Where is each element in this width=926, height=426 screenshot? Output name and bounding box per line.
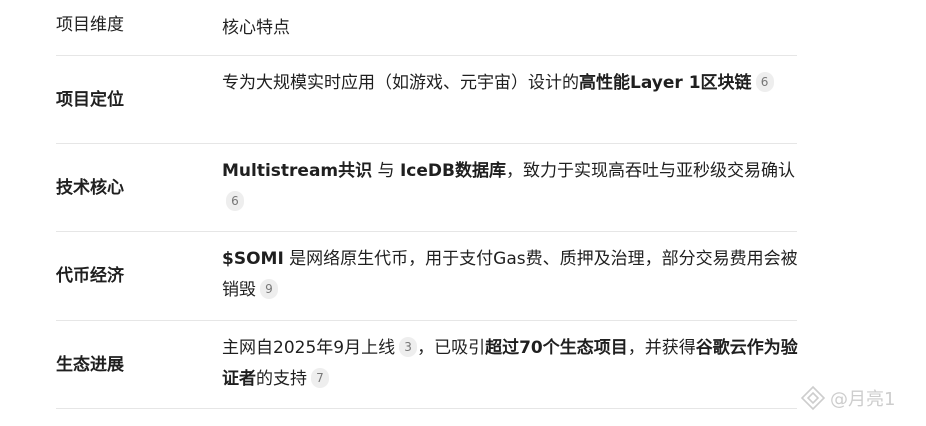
table-row: 技术核心 Multistream共识 与 IceDB数据库，致力于实现高吞吐与亚…: [56, 144, 797, 232]
table-header-row: 项目维度 核心特点: [56, 0, 797, 56]
citation-badge[interactable]: 7: [311, 368, 329, 388]
header-dimension: 项目维度: [56, 15, 124, 35]
citation-badge[interactable]: 3: [399, 337, 418, 357]
watermark-text: @月亮1: [830, 389, 896, 410]
text-segment: ，已吸引: [417, 338, 486, 358]
row-description: 主网自2025年9月上线 3 ，已吸引超过70个生态项目，并获得谷歌云作为验证者的支…: [222, 333, 800, 395]
feature-table: 项目维度 核心特点 项目定位 专为大规模实时应用（如游戏、元宇宙）设计的高性能L…: [56, 0, 800, 409]
header-feature: 核心特点: [222, 18, 290, 38]
row-dimension: 生态进展: [56, 354, 124, 375]
text-segment: 是网络原生代币，用于支付Gas费、质押及治理，部分交易费用会被销毁: [222, 249, 798, 300]
bold-text: 高性能Layer 1区块链: [579, 73, 752, 93]
watermark: @月亮1: [800, 384, 895, 412]
citation-badge[interactable]: 9: [260, 279, 278, 299]
bold-text: IceDB数据库: [399, 161, 506, 181]
row-dimension: 技术核心: [56, 177, 124, 198]
table-row: 项目定位 专为大规模实时应用（如游戏、元宇宙）设计的高性能Layer 1区块链 6: [56, 56, 797, 144]
bold-text: Multistream共识: [222, 161, 373, 181]
row-dimension: 代币经济: [56, 266, 124, 286]
row-dimension: 项目定位: [56, 89, 124, 110]
table-row: 代币经济 $SOMI 是网络原生代币，用于支付Gas费、质押及治理，部分交易费用…: [56, 232, 800, 321]
diamond-logo-icon: [800, 385, 826, 411]
text-segment: ，致力于实现高吞吐与亚秒级交易确认: [505, 161, 795, 181]
text-segment: ，并获得: [627, 338, 696, 358]
bold-text: 超过70个生态项目: [485, 338, 628, 358]
row-description: $SOMI 是网络原生代币，用于支付Gas费、质押及治理，部分交易费用会被销毁 9: [222, 244, 800, 306]
row-description: 专为大规模实时应用（如游戏、元宇宙）设计的高性能Layer 1区块链 6: [222, 68, 800, 99]
table-row: 生态进展 主网自2025年9月上线 3 ，已吸引超过70个生态项目，并获得谷歌云作为…: [56, 321, 800, 409]
row-description: Multistream共识 与 IceDB数据库，致力于实现高吞吐与亚秒级交易确…: [222, 156, 800, 218]
text-segment: 与: [372, 161, 400, 181]
citation-badge[interactable]: 6: [755, 72, 774, 92]
text-segment: 主网自2025年9月上线: [222, 338, 396, 358]
text-segment: 的支持: [256, 369, 307, 389]
citation-badge[interactable]: 6: [226, 191, 244, 211]
text-segment: 专为大规模实时应用（如游戏、元宇宙）设计的: [222, 73, 579, 93]
bold-text: $SOMI: [222, 249, 284, 269]
